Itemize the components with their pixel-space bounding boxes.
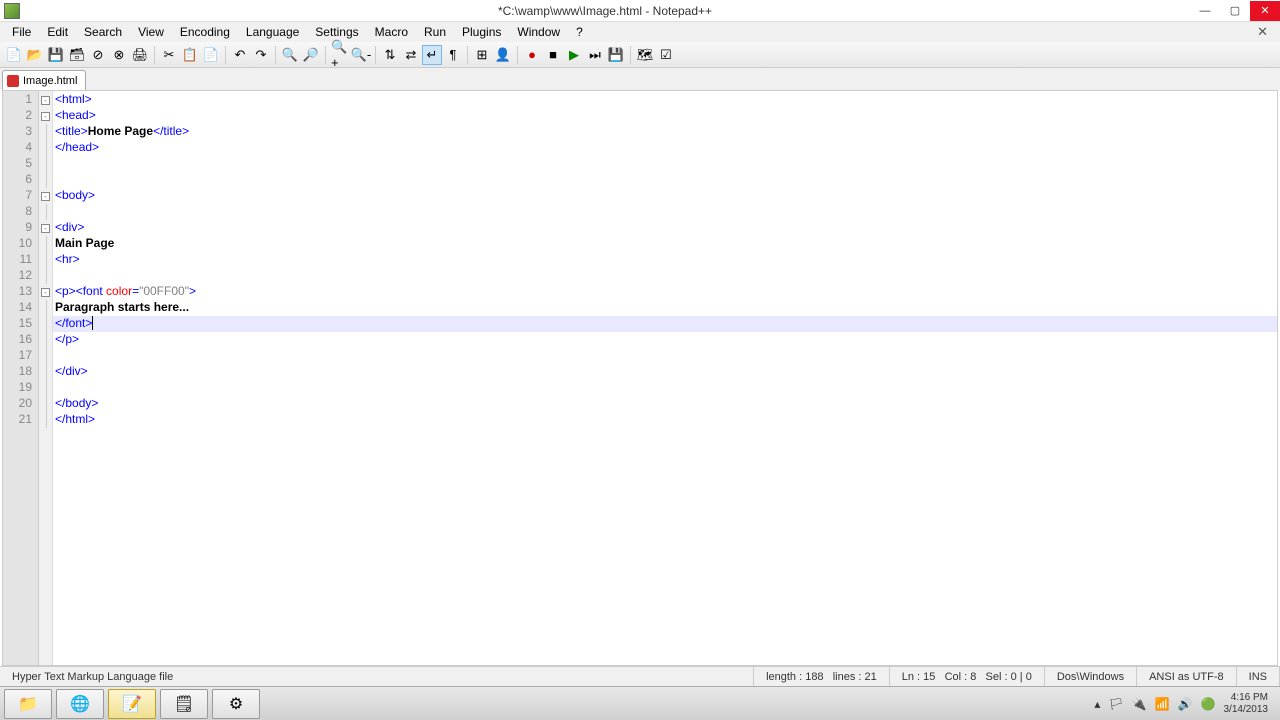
toolbar: 📄 📂 💾 🗃 ⊘ ⊗ 🖨 ✂ 📋 📄 ↶ ↷ 🔍 🔎 🔍+ 🔍- ⇅ ⇄ ↵ … <box>0 42 1280 68</box>
toolbar-separator <box>275 46 276 64</box>
status-length: length : 188 lines : 21 <box>754 667 890 686</box>
doc-map-icon[interactable]: 🗺 <box>635 45 655 65</box>
tray-volume-icon[interactable]: 🔊 <box>1178 697 1193 711</box>
function-list-icon[interactable]: ☑ <box>656 45 676 65</box>
menu-language[interactable]: Language <box>238 23 307 41</box>
menu-search[interactable]: Search <box>76 23 130 41</box>
macro-record-icon[interactable]: ● <box>522 45 542 65</box>
redo-icon[interactable]: ↷ <box>251 45 271 65</box>
fold-toggle-icon[interactable]: - <box>41 288 50 297</box>
taskbar-wamp-icon[interactable]: ⚙ <box>212 689 260 719</box>
close-all-icon[interactable]: ⊗ <box>109 45 129 65</box>
menu-macro[interactable]: Macro <box>367 23 416 41</box>
copy-icon[interactable]: 📋 <box>180 45 200 65</box>
code-editor[interactable]: <html> <head> <title>Home Page</title> <… <box>53 91 1277 665</box>
file-modified-icon <box>7 75 19 87</box>
close-file-icon[interactable]: ⊘ <box>88 45 108 65</box>
save-icon[interactable]: 💾 <box>46 45 66 65</box>
macro-play-icon[interactable]: ▶ <box>564 45 584 65</box>
fold-toggle-icon[interactable]: - <box>41 112 50 121</box>
menubar: File Edit Search View Encoding Language … <box>0 22 1280 42</box>
status-cursor: Ln : 15 Col : 8 Sel : 0 | 0 <box>890 667 1045 686</box>
toolbar-separator <box>517 46 518 64</box>
macro-save-icon[interactable]: 💾 <box>606 45 626 65</box>
window-controls: — ▢ ✕ <box>1190 1 1280 21</box>
tray-chevron-up-icon[interactable]: ▴ <box>1094 697 1100 711</box>
fold-toggle-icon[interactable]: - <box>41 96 50 105</box>
tray-flag-icon[interactable]: 🏳 <box>1108 697 1123 711</box>
find-icon[interactable]: 🔍 <box>280 45 300 65</box>
menu-run[interactable]: Run <box>416 23 454 41</box>
fold-gutter: - - - - - <box>39 91 53 665</box>
paste-icon[interactable]: 📄 <box>201 45 221 65</box>
menu-encoding[interactable]: Encoding <box>172 23 238 41</box>
show-all-chars-icon[interactable]: ¶ <box>443 45 463 65</box>
menu-plugins[interactable]: Plugins <box>454 23 509 41</box>
user-lang-icon[interactable]: 👤 <box>493 45 513 65</box>
tabbar: Image.html <box>0 68 1280 90</box>
window-titlebar: *C:\wamp\www\Image.html - Notepad++ — ▢ … <box>0 0 1280 22</box>
menu-edit[interactable]: Edit <box>39 23 76 41</box>
window-title: *C:\wamp\www\Image.html - Notepad++ <box>20 4 1190 18</box>
statusbar: Hyper Text Markup Language file length :… <box>0 666 1280 686</box>
close-button[interactable]: ✕ <box>1250 1 1280 21</box>
status-encoding: ANSI as UTF-8 <box>1137 667 1237 686</box>
tab-label: Image.html <box>23 75 77 87</box>
sync-v-icon[interactable]: ⇅ <box>380 45 400 65</box>
toolbar-separator <box>325 46 326 64</box>
status-eol: Dos\Windows <box>1045 667 1137 686</box>
tray-clock[interactable]: 4:16 PM 3/14/2013 <box>1224 692 1277 716</box>
status-insmode: INS <box>1237 667 1280 686</box>
print-icon[interactable]: 🖨 <box>130 45 150 65</box>
fold-toggle-icon[interactable]: - <box>41 192 50 201</box>
menu-file[interactable]: File <box>4 23 39 41</box>
taskbar-notepadpp-icon[interactable]: 📝 <box>108 689 156 719</box>
menu-window[interactable]: Window <box>509 23 568 41</box>
macro-stop-icon[interactable]: ■ <box>543 45 563 65</box>
taskbar-explorer-icon[interactable]: 📁 <box>4 689 52 719</box>
tray-wamp-icon[interactable]: 🟢 <box>1201 697 1216 711</box>
toolbar-separator <box>225 46 226 64</box>
minimize-button[interactable]: — <box>1190 1 1220 21</box>
taskbar-chrome-icon[interactable]: 🌐 <box>56 689 104 719</box>
zoom-in-icon[interactable]: 🔍+ <box>330 45 350 65</box>
cut-icon[interactable]: ✂ <box>159 45 179 65</box>
status-filetype: Hyper Text Markup Language file <box>0 667 754 686</box>
file-tab[interactable]: Image.html <box>2 70 86 90</box>
wordwrap-icon[interactable]: ↵ <box>422 45 442 65</box>
line-number-gutter: 1 2 3 4 5 6 7 8 9 10 11 12 13 14 15 16 1… <box>3 91 39 665</box>
menu-help[interactable]: ? <box>568 23 591 41</box>
system-tray: ▴ 🏳 🔌 📶 🔊 🟢 4:16 PM 3/14/2013 <box>1094 692 1276 716</box>
fold-toggle-icon[interactable]: - <box>41 224 50 233</box>
undo-icon[interactable]: ↶ <box>230 45 250 65</box>
macro-play-multi-icon[interactable]: ⏭ <box>585 45 605 65</box>
maximize-button[interactable]: ▢ <box>1220 1 1250 21</box>
tray-network-icon[interactable]: 📶 <box>1155 697 1170 711</box>
toolbar-separator <box>154 46 155 64</box>
sync-h-icon[interactable]: ⇄ <box>401 45 421 65</box>
toolbar-separator <box>467 46 468 64</box>
replace-icon[interactable]: 🔎 <box>301 45 321 65</box>
editor-area[interactable]: 1 2 3 4 5 6 7 8 9 10 11 12 13 14 15 16 1… <box>2 90 1278 666</box>
indent-guide-icon[interactable]: ⊞ <box>472 45 492 65</box>
text-cursor <box>92 316 93 330</box>
zoom-out-icon[interactable]: 🔍- <box>351 45 371 65</box>
new-file-icon[interactable]: 📄 <box>4 45 24 65</box>
toolbar-separator <box>630 46 631 64</box>
doc-close-button[interactable]: ✕ <box>1249 24 1276 40</box>
menu-view[interactable]: View <box>130 23 172 41</box>
taskbar: 📁 🌐 📝 🗒 ⚙ ▴ 🏳 🔌 📶 🔊 🟢 4:16 PM 3/14/2013 <box>0 686 1280 720</box>
tray-power-icon[interactable]: 🔌 <box>1132 697 1147 711</box>
app-icon <box>4 3 20 19</box>
open-file-icon[interactable]: 📂 <box>25 45 45 65</box>
toolbar-separator <box>375 46 376 64</box>
taskbar-notes-icon[interactable]: 🗒 <box>160 689 208 719</box>
save-all-icon[interactable]: 🗃 <box>67 45 87 65</box>
